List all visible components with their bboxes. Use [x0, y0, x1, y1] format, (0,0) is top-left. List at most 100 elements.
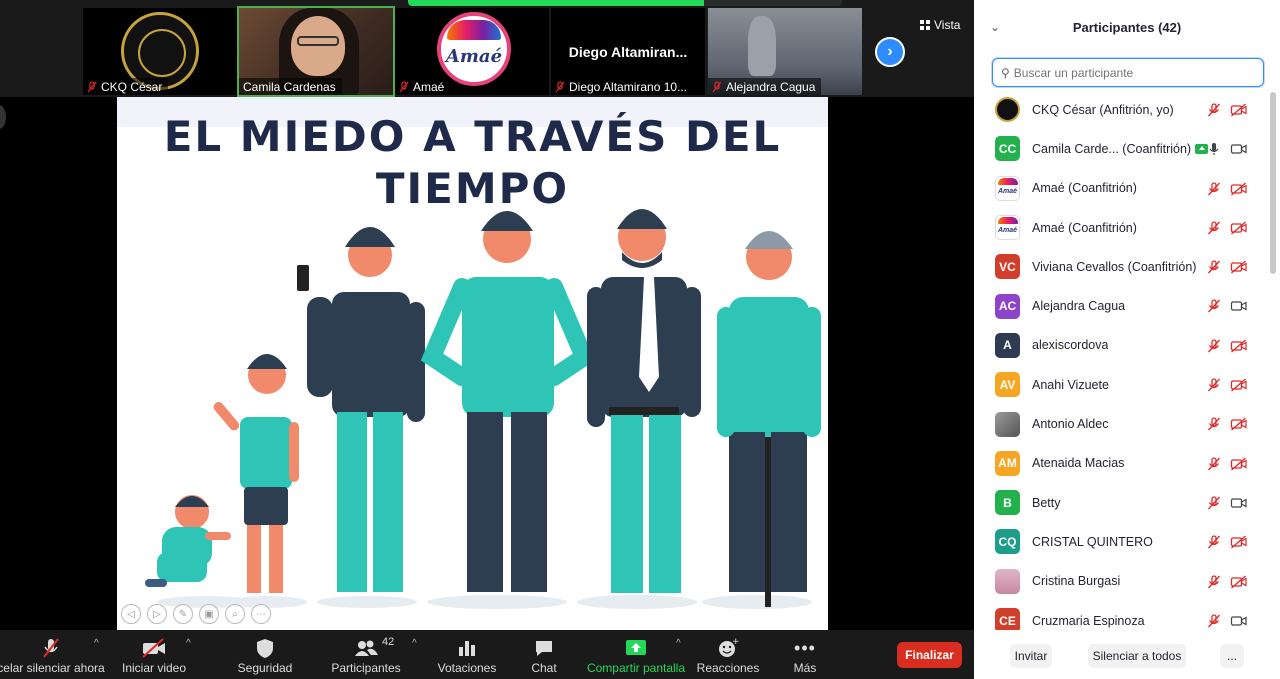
participant-row[interactable]: AV Anahi Vizuete — [974, 365, 1270, 404]
participant-name: CRISTAL QUINTERO — [1032, 534, 1153, 549]
participants-count: 42 — [382, 636, 395, 648]
mute-all-button[interactable]: Silenciar a todos — [1088, 644, 1186, 668]
start-video-button[interactable]: Iniciar video ^ — [118, 630, 191, 679]
security-button[interactable]: Seguridad — [235, 630, 295, 679]
more-icon[interactable]: ⋯ — [251, 604, 271, 624]
mic-muted-icon — [1208, 103, 1220, 117]
unmute-button[interactable]: celar silenciar ahora ^ — [0, 630, 106, 679]
avatar-initials: VC — [999, 259, 1016, 274]
video-icon — [1230, 301, 1247, 312]
video-tile-camila[interactable]: Camila Cardenas — [237, 6, 395, 97]
participant-name: Cruzmaria Espinoza — [1032, 613, 1145, 628]
prev-icon[interactable]: ◁ — [121, 604, 141, 624]
chat-icon — [536, 641, 552, 656]
panel-header: ⌄ Participantes (42) — [974, 0, 1280, 55]
reactions-button[interactable]: + Reacciones — [697, 630, 760, 679]
participant-row[interactable]: Aalexiscordova — [974, 326, 1270, 365]
slides-icon[interactable]: ▣ — [199, 604, 219, 624]
avatar-initials: CC — [998, 141, 1017, 156]
amae-logo: Amaé — [437, 12, 511, 86]
chat-button[interactable]: Chat — [526, 630, 562, 679]
participant-row[interactable]: VC Viviana Cevallos (Coanfitrión) — [974, 247, 1270, 286]
gallery-strip: CKQ César Camila Cardenas Amaé Amaé Dieg… — [0, 0, 974, 97]
participant-name: Amaé (Coanfitrión) — [1032, 220, 1137, 235]
participant-row[interactable]: Amaé Amaé (Coanfitrión) — [974, 208, 1270, 247]
avatar: AM — [995, 450, 1020, 476]
participants-panel: ⌄ Participantes (42) ⚲ CKQ César (Anfitr… — [974, 0, 1280, 679]
participant-row[interactable]: CKQ César (Anfitrión, yo) — [974, 90, 1270, 129]
avatar: A — [995, 332, 1020, 358]
participant-status-icons — [1206, 495, 1248, 511]
participant-name: Atenaida Macias — [1032, 456, 1125, 471]
avatar: B — [995, 490, 1020, 516]
video-tile-alejandra[interactable]: Alejandra Cagua — [708, 8, 862, 95]
tile-name: Camila Cardenas — [243, 79, 336, 94]
video-icon — [1230, 498, 1247, 508]
participant-row[interactable]: Amaé Amaé (Coanfitrión) — [974, 169, 1270, 208]
avatar: CQ — [995, 529, 1020, 555]
video-off-icon — [1230, 182, 1247, 196]
more-dots-icon: ••• — [794, 637, 816, 658]
participant-status-icons — [1206, 613, 1248, 629]
participant-name: Alejandra Cagua — [1032, 299, 1126, 314]
participant-name: Cristina Burgasi — [1032, 574, 1121, 589]
mic-muted-icon — [712, 80, 722, 92]
more-button[interactable]: ••• Más — [790, 630, 820, 679]
participant-display-name: Diego Altamiran... — [568, 44, 688, 60]
participant-status-icons — [1206, 298, 1248, 314]
avatar-initials: B — [1003, 495, 1012, 510]
participant-status-icons — [1206, 377, 1248, 393]
video-tile-diego[interactable]: Diego Altamiran... Diego Altamirano 10..… — [551, 8, 705, 95]
participant-row[interactable]: CQ CRISTAL QUINTERO — [974, 522, 1270, 561]
chevron-up-icon[interactable]: ^ — [412, 638, 417, 649]
mic-muted-icon — [1208, 457, 1220, 471]
share-screen-button[interactable]: Compartir pantalla ^ — [586, 630, 686, 679]
invite-button[interactable]: Invitar — [1010, 644, 1052, 668]
avatar: AV — [995, 372, 1020, 398]
share-handle[interactable] — [0, 105, 6, 129]
participant-name: Camila Carde... (Coanfitrión) — [1032, 141, 1192, 156]
participant-row[interactable]: CC Camila Carde... (Coanfitrión) — [974, 129, 1270, 168]
video-tile-ckq[interactable]: CKQ César — [83, 8, 237, 95]
participant-row[interactable]: B Betty — [974, 483, 1270, 522]
mic-muted-icon — [1208, 260, 1220, 274]
view-button[interactable]: Vista — [920, 18, 960, 32]
video-tile-amae[interactable]: Amaé Amaé — [395, 8, 549, 95]
search-input[interactable] — [1013, 65, 1244, 80]
chevron-right-icon[interactable]: › — [875, 37, 905, 67]
participant-status-icons — [1206, 534, 1248, 550]
participant-row[interactable]: AM Atenaida Macias — [974, 444, 1270, 483]
participant-row[interactable]: AC Alejandra Cagua — [974, 286, 1270, 325]
chevron-up-icon[interactable]: ^ — [186, 638, 191, 649]
video-off-icon — [1230, 378, 1247, 392]
participants-button[interactable]: Participantes 42 ^ — [330, 630, 416, 679]
mic-muted-icon — [1208, 378, 1220, 392]
more-options-button[interactable]: ... — [1220, 644, 1244, 668]
end-meeting-button[interactable]: Finalizar — [897, 642, 962, 668]
participant-list: CKQ César (Anfitrión, yo) CC Camila Carde.… — [974, 90, 1270, 630]
shield-icon — [257, 639, 273, 658]
screen-share-banner[interactable] — [408, 0, 842, 6]
avatar — [995, 97, 1020, 123]
pen-icon[interactable]: ✎ — [173, 604, 193, 624]
participant-name: Viviana Cevallos (Coanfitrión) — [1032, 259, 1197, 274]
participant-status-icons — [1206, 141, 1248, 157]
tile-name-bar: Amaé — [395, 78, 451, 95]
mic-muted-icon — [555, 80, 565, 92]
chevron-up-icon[interactable]: ^ — [676, 638, 681, 649]
mic-muted-icon — [43, 638, 59, 658]
panel-title: Participantes (42) — [1072, 20, 1182, 35]
avatar-initials: AV — [999, 377, 1016, 392]
participant-name: CKQ César (Anfitrión, yo) — [1032, 102, 1174, 117]
participant-row[interactable]: CE Cruzmaria Espinoza — [974, 601, 1270, 630]
play-icon[interactable]: ▷ — [147, 604, 167, 624]
chevron-down-icon[interactable]: ⌄ — [990, 20, 1000, 34]
polls-button[interactable]: Votaciones — [436, 630, 498, 679]
chevron-up-icon[interactable]: ^ — [94, 638, 99, 649]
panel-scrollbar[interactable] — [1270, 92, 1276, 274]
video-off-icon — [1230, 221, 1247, 235]
participant-search[interactable]: ⚲ — [992, 58, 1264, 87]
participant-row[interactable]: Antonio Aldec — [974, 404, 1270, 443]
participant-row[interactable]: Cristina Burgasi — [974, 562, 1270, 601]
zoom-icon[interactable]: ⌕ — [225, 604, 245, 624]
